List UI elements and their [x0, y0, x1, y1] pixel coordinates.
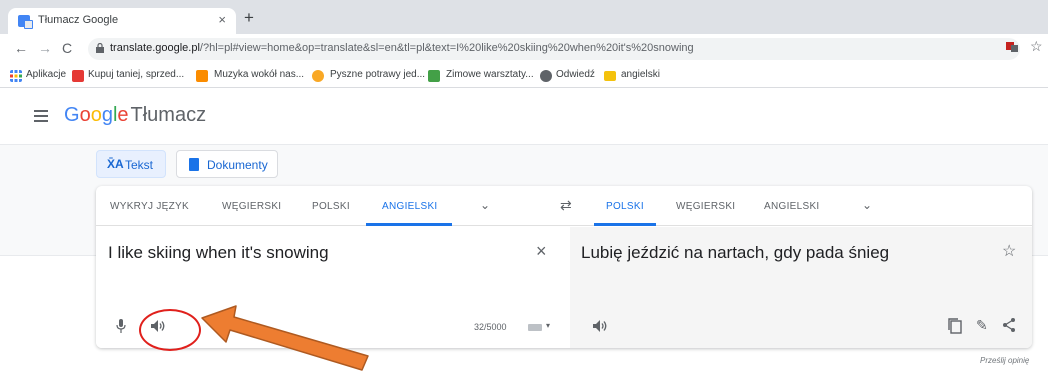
target-more-chevron-icon[interactable]: ⌄ — [862, 198, 872, 212]
reload-icon[interactable]: C — [62, 40, 72, 56]
character-counter: 32/5000 — [474, 322, 507, 332]
language-bar: WYKRYJ JĘZYK WĘGIERSKI POLSKI ANGIELSKI … — [96, 186, 1032, 226]
workshop-icon — [428, 70, 440, 82]
browser-toolbar: ← → C translate.google.pl/?hl=pl#view=ho… — [0, 34, 1048, 64]
bookmark-zimowe[interactable]: Zimowe warsztaty... — [446, 69, 534, 80]
logo-letter: e — [117, 104, 129, 126]
tab-close-icon[interactable]: × — [218, 12, 226, 27]
bookmarks-bar: Aplikacje Kupuj taniej, sprzed... Muzyka… — [0, 64, 1048, 88]
swap-languages-icon[interactable]: ⇄ — [560, 197, 572, 214]
source-lang-detect[interactable]: WYKRYJ JĘZYK — [110, 201, 189, 212]
keyboard-icon[interactable] — [528, 324, 542, 331]
bookmark-star-icon[interactable]: ☆ — [1030, 38, 1043, 55]
extension-icon[interactable] — [1006, 40, 1018, 52]
music-icon — [196, 70, 208, 82]
globe-icon — [540, 70, 552, 82]
clear-text-icon[interactable]: × — [536, 241, 547, 262]
forward-arrow-icon[interactable]: → — [38, 40, 52, 56]
google-translate-logo[interactable]: Google Tłumacz — [64, 104, 206, 127]
bookmark-muzyka[interactable]: Muzyka wokół nas... — [214, 69, 304, 80]
share-icon[interactable] — [1002, 317, 1016, 333]
bookmark-odwiedz[interactable]: Odwiedź — [556, 69, 595, 80]
logo-letter: G — [64, 104, 80, 126]
translation-output: Lubię jeździć na nartach, gdy pada śnieg — [581, 243, 890, 262]
target-active-indicator — [594, 223, 656, 226]
text-mode-button[interactable]: X̄A Tekst — [96, 150, 166, 178]
back-arrow-icon[interactable]: ← — [14, 40, 28, 56]
app-header: Google Tłumacz — [0, 88, 1048, 144]
apps-grid-icon — [10, 70, 22, 82]
source-lang-polish[interactable]: POLSKI — [312, 201, 350, 212]
product-name: Tłumacz — [130, 104, 207, 126]
browser-tab-strip: Tłumacz Google × + — [0, 0, 1048, 34]
save-translation-star-icon[interactable]: ☆ — [1002, 241, 1016, 261]
lock-icon — [96, 43, 104, 53]
document-icon — [189, 158, 199, 171]
url-path: /?hl=pl#view=home&op=translate&sl=en&tl=… — [199, 42, 694, 54]
bookmark-pyszne[interactable]: Pyszne potrawy jed... — [330, 69, 425, 80]
keyboard-chevron-icon[interactable]: ▾ — [546, 321, 550, 330]
text-mode-label: Tekst — [125, 158, 154, 172]
address-bar[interactable]: translate.google.pl/?hl=pl#view=home&op=… — [88, 38, 1020, 60]
pointer-arrow-annotation — [201, 305, 369, 371]
logo-letter: g — [101, 104, 113, 126]
source-lang-english[interactable]: ANGIELSKI — [382, 201, 438, 212]
address-url: translate.google.pl/?hl=pl#view=home&op=… — [110, 42, 694, 54]
tab-title: Tłumacz Google — [38, 14, 119, 26]
send-feedback-link[interactable]: Prześlij opinię — [980, 356, 1029, 365]
food-icon — [312, 70, 324, 82]
hamburger-menu-icon[interactable] — [34, 110, 48, 122]
documents-mode-button[interactable]: Dokumenty — [176, 150, 278, 178]
bookmark-aplikacje[interactable]: Aplikacje — [26, 69, 66, 80]
copy-icon[interactable] — [948, 318, 962, 334]
logo-letter: o — [79, 104, 91, 126]
target-speaker-icon[interactable] — [592, 319, 608, 333]
new-tab-button[interactable]: + — [244, 9, 254, 26]
edit-pencil-icon[interactable]: ✎ — [976, 317, 988, 334]
allegro-icon — [72, 70, 84, 82]
translate-icon: X̄A — [107, 157, 124, 171]
browser-tab[interactable]: Tłumacz Google × — [8, 8, 236, 34]
folder-icon — [604, 71, 616, 81]
bookmark-kupuj[interactable]: Kupuj taniej, sprzed... — [88, 69, 184, 80]
logo-letter: o — [90, 104, 102, 126]
source-text-input[interactable]: I like skiing when it's snowing — [108, 243, 329, 263]
target-lang-english[interactable]: ANGIELSKI — [764, 201, 820, 212]
documents-mode-label: Dokumenty — [207, 158, 268, 172]
source-active-indicator — [366, 223, 452, 226]
target-lang-polish[interactable]: POLSKI — [606, 201, 644, 212]
microphone-icon[interactable] — [116, 319, 126, 333]
bookmark-angielski[interactable]: angielski — [621, 69, 660, 80]
target-pane: Lubię jeździć na nartach, gdy pada śnieg… — [570, 227, 1032, 348]
source-more-chevron-icon[interactable]: ⌄ — [480, 198, 490, 212]
source-lang-hungarian[interactable]: WĘGIERSKI — [222, 201, 281, 212]
url-host: translate.google.pl — [110, 42, 200, 54]
target-lang-hungarian[interactable]: WĘGIERSKI — [676, 201, 735, 212]
google-translate-favicon-icon — [18, 15, 33, 29]
